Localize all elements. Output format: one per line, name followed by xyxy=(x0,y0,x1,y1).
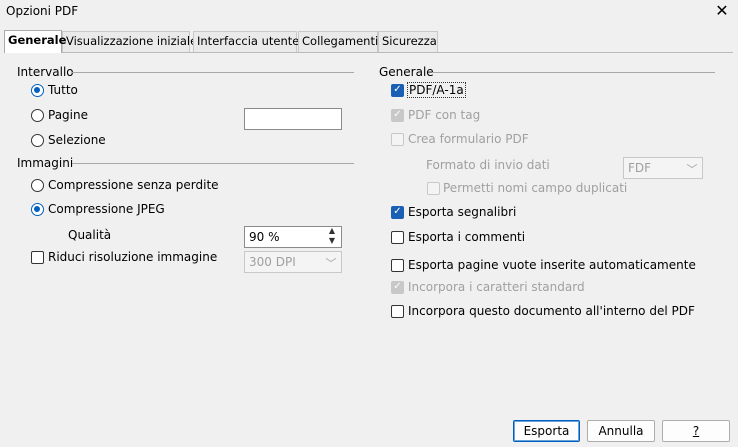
tab-collegamenti[interactable]: Collegamenti xyxy=(298,31,378,52)
spin-up-icon[interactable]: ▲ xyxy=(324,226,340,236)
tab-visualizzazione-iniziale[interactable]: Visualizzazione iniziale xyxy=(62,31,197,52)
radio-selection-label: Selezione xyxy=(48,133,106,147)
range-section-title: Intervallo xyxy=(17,65,74,79)
create-form-checkbox[interactable] xyxy=(391,133,404,146)
images-section-title: Immagini xyxy=(17,156,74,170)
radio-all[interactable] xyxy=(31,84,44,97)
range-divider xyxy=(72,72,354,73)
radio-pages[interactable] xyxy=(31,109,44,122)
pdfa-checkbox[interactable]: ✓ xyxy=(391,84,404,97)
tab-panel xyxy=(4,52,733,408)
dpi-value: 300 DPI xyxy=(249,255,296,269)
quality-spin-buttons[interactable]: ▲ ▼ xyxy=(324,226,340,247)
reduce-resolution-label: Riduci risoluzione immagine xyxy=(48,250,218,264)
cancel-button[interactable]: Annulla xyxy=(587,420,655,442)
radio-selection[interactable] xyxy=(31,134,44,147)
help-button[interactable]: ? xyxy=(662,420,730,442)
export-bookmarks-label: Esporta segnalibri xyxy=(408,205,517,219)
create-form-label: Crea formulario PDF xyxy=(408,132,529,146)
tab-sicurezza[interactable]: Sicurezza xyxy=(378,31,438,52)
images-divider xyxy=(72,163,354,164)
export-comments-label: Esporta i commenti xyxy=(408,230,526,244)
allow-duplicate-checkbox[interactable] xyxy=(427,182,440,195)
chevron-down-icon[interactable]: ﹀ xyxy=(683,161,701,177)
export-bookmarks-checkbox[interactable]: ✓ xyxy=(391,206,404,219)
radio-lossless[interactable] xyxy=(31,179,44,192)
embed-document-checkbox[interactable] xyxy=(391,305,404,318)
pages-input[interactable] xyxy=(244,108,342,130)
tab-interfaccia-utente[interactable]: Interfaccia utente xyxy=(193,31,299,52)
window-title: Opzioni PDF xyxy=(6,4,79,18)
submit-format-label: Formato di invio dati xyxy=(426,158,550,172)
spin-down-icon[interactable]: ▼ xyxy=(324,236,340,246)
reduce-resolution-checkbox[interactable] xyxy=(31,251,44,264)
radio-jpeg[interactable] xyxy=(31,203,44,216)
tagged-pdf-checkbox[interactable]: ✓ xyxy=(391,109,404,122)
radio-lossless-label: Compressione senza perdite xyxy=(48,178,219,192)
export-comments-checkbox[interactable] xyxy=(391,231,404,244)
quality-value: 90 % xyxy=(249,230,280,244)
title-bar xyxy=(0,0,738,24)
submit-format-value: FDF xyxy=(628,161,652,175)
quality-label: Qualità xyxy=(68,228,112,242)
embed-std-fonts-label: Incorpora i caratteri standard xyxy=(408,280,585,294)
export-blank-pages-checkbox[interactable] xyxy=(391,259,404,272)
embed-document-label: Incorpora questo documento all'interno d… xyxy=(408,304,695,318)
allow-duplicate-label: Permetti nomi campo duplicati xyxy=(443,181,628,195)
export-blank-pages-label: Esporta pagine vuote inserite automatica… xyxy=(408,258,696,272)
radio-all-label: Tutto xyxy=(48,83,78,97)
radio-pages-label: Pagine xyxy=(48,108,88,122)
general-divider xyxy=(432,72,715,73)
tagged-pdf-label: PDF con tag xyxy=(408,108,481,122)
close-icon[interactable]: ✕ xyxy=(712,1,732,21)
radio-jpeg-label: Compressione JPEG xyxy=(48,202,165,216)
embed-std-fonts-checkbox[interactable]: ✓ xyxy=(391,281,404,294)
pdfa-label: PDF/A-1a xyxy=(407,82,466,98)
chevron-down-icon[interactable]: ﹀ xyxy=(322,255,340,271)
export-button[interactable]: Esporta xyxy=(513,420,580,442)
tab-generale[interactable]: Generale xyxy=(4,30,66,53)
general-section-title: Generale xyxy=(379,65,434,79)
